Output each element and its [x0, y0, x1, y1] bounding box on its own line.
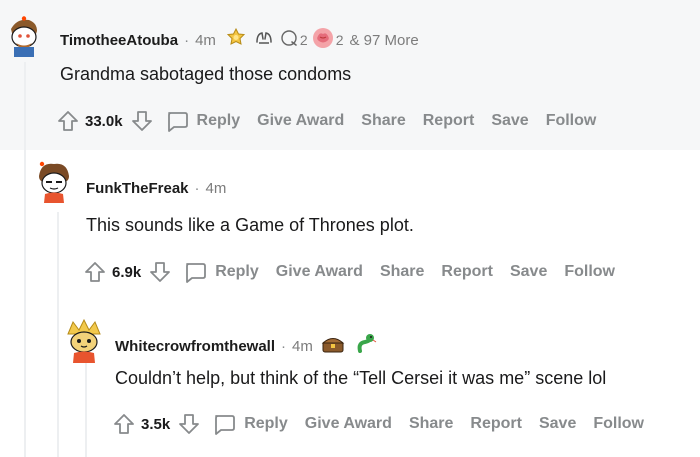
follow-button[interactable]: Follow [593, 415, 644, 433]
upvote-arrow-icon[interactable] [113, 413, 135, 435]
avatar[interactable] [33, 158, 75, 203]
snake-award-icon [357, 334, 377, 353]
timestamp[interactable]: 4m [292, 338, 313, 355]
upvote-arrow-icon[interactable] [57, 110, 79, 132]
share-button[interactable]: Share [380, 263, 424, 281]
comment-meta: TimotheeAtouba · 4m 2 2 & 97 More [60, 27, 419, 53]
award-icon-lips[interactable] [280, 29, 298, 51]
give-award-button[interactable]: Give Award [276, 263, 363, 281]
comment-actions: 3.5k Reply Give Award Share Report Save … [113, 412, 661, 436]
follow-button[interactable]: Follow [546, 112, 597, 130]
upvote-arrow-icon[interactable] [84, 261, 106, 283]
award-count: 2 [299, 32, 308, 48]
gold-award-icon [226, 27, 246, 45]
comment-actions: 33.0k Reply Give Award Share Report Save… [57, 109, 613, 133]
separator-dot: · [281, 337, 287, 355]
award-icon-treasure[interactable] [321, 334, 345, 358]
save-button[interactable]: Save [491, 112, 528, 130]
username[interactable]: TimotheeAtouba [60, 32, 178, 49]
snoo-avatar-icon [63, 318, 105, 363]
vote-score: 6.9k [112, 263, 142, 281]
username[interactable]: FunkTheFreak [86, 180, 189, 197]
follow-button[interactable]: Follow [564, 263, 615, 281]
snoo-avatar-icon [3, 15, 45, 57]
comment-body: Couldn’t help, but think of the “Tell Ce… [115, 368, 607, 388]
downvote-arrow-icon[interactable] [178, 413, 200, 435]
snoo-avatar-icon [33, 160, 75, 203]
comment-bubble-icon [167, 112, 188, 132]
award-icon-gold[interactable] [226, 27, 246, 52]
comment-meta: Whitecrowfromthewall · 4m [115, 333, 377, 359]
more-awards-link[interactable]: & 97 More [350, 32, 419, 49]
downvote-arrow-icon[interactable] [149, 261, 171, 283]
reply-label: Reply [215, 263, 259, 280]
report-button[interactable]: Report [423, 112, 475, 130]
wholesome-hands-icon [256, 32, 272, 44]
award-icon-snake[interactable] [355, 333, 377, 359]
vote-score: 3.5k [141, 415, 171, 433]
reply-button[interactable]: Reply [212, 412, 288, 436]
award-count: 2 [335, 32, 344, 48]
downvote-arrow-icon[interactable] [131, 110, 153, 132]
timestamp[interactable]: 4m [195, 32, 216, 49]
separator-dot: · [184, 31, 190, 49]
comment-meta: FunkTheFreak · 4m [86, 180, 226, 197]
brain-award-icon [312, 28, 333, 48]
thread-line[interactable] [85, 362, 87, 457]
reply-button[interactable]: Reply [165, 109, 241, 133]
share-button[interactable]: Share [409, 415, 453, 433]
comment-bubble-icon [186, 263, 207, 283]
award-icon-brain[interactable] [312, 27, 334, 53]
comment-actions: 6.9k Reply Give Award Share Report Save … [84, 260, 632, 284]
comment-body: This sounds like a Game of Thrones plot. [86, 215, 414, 235]
reply-label: Reply [196, 112, 241, 129]
avatar[interactable] [63, 318, 105, 363]
award-icon-hands[interactable] [254, 28, 274, 52]
thread-line[interactable] [24, 62, 26, 457]
share-button[interactable]: Share [361, 112, 405, 130]
give-award-button[interactable]: Give Award [305, 415, 392, 433]
comment-body: Grandma sabotaged those condoms [60, 64, 352, 84]
give-award-button[interactable]: Give Award [257, 112, 344, 130]
treasure-chest-award-icon [321, 338, 345, 353]
avatar[interactable] [3, 15, 45, 57]
helpful-award-icon [281, 30, 297, 46]
report-button[interactable]: Report [441, 263, 493, 281]
reply-button[interactable]: Reply [183, 260, 259, 284]
separator-dot: · [194, 180, 200, 197]
vote-score: 33.0k [85, 112, 123, 130]
comment-bubble-icon [215, 415, 236, 435]
save-button[interactable]: Save [539, 415, 576, 433]
reply-label: Reply [244, 415, 288, 432]
timestamp[interactable]: 4m [206, 180, 227, 197]
report-button[interactable]: Report [470, 415, 522, 433]
username[interactable]: Whitecrowfromthewall [115, 338, 275, 355]
save-button[interactable]: Save [510, 263, 547, 281]
thread-line[interactable] [57, 212, 59, 457]
